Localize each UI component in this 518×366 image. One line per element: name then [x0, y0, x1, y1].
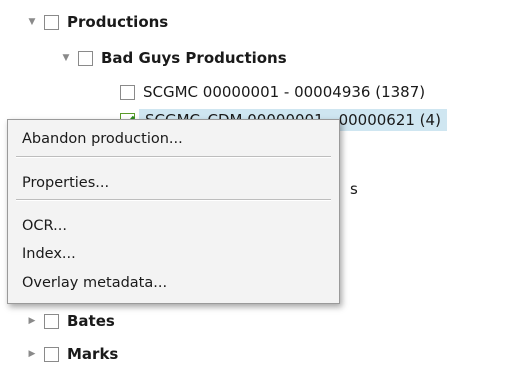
tree-node-label: Bad Guys Productions — [101, 49, 287, 67]
bad-guys-checkbox[interactable] — [78, 50, 93, 66]
expand-arrow-icon[interactable]: ▼ — [26, 16, 38, 28]
tree-node-label: Productions — [67, 13, 169, 31]
menu-separator — [16, 199, 331, 201]
expand-arrow-icon[interactable]: ▼ — [60, 52, 72, 64]
bates-checkbox[interactable] — [44, 313, 59, 329]
tree-node-bad-guys-productions[interactable]: ▼ Bad Guys Productions — [60, 46, 287, 70]
tree-node-label: Bates — [67, 312, 115, 330]
tree-node-label: Marks — [67, 345, 119, 363]
tree-node-productions[interactable]: ▼ Productions — [26, 10, 169, 34]
expand-arrow-icon[interactable]: ▶ — [26, 348, 38, 360]
tree-node-scgmc-range[interactable]: SCGMC 00000001 - 00004936 (1387) — [120, 80, 425, 104]
productions-checkbox[interactable] — [44, 14, 59, 30]
menu-item-ocr[interactable]: OCR... — [8, 213, 339, 238]
tree-node-marks[interactable]: ▶ Marks — [26, 342, 119, 366]
context-menu: Abandon production... Properties... OCR.… — [7, 119, 340, 304]
expand-arrow-icon[interactable]: ▶ — [26, 315, 38, 327]
tree-node-label: SCGMC 00000001 - 00004936 (1387) — [143, 83, 426, 101]
menu-item-properties[interactable]: Properties... — [8, 170, 339, 195]
menu-item-index[interactable]: Index... — [8, 241, 339, 266]
tree-node-partial-label: s — [350, 180, 358, 198]
marks-checkbox[interactable] — [44, 346, 59, 362]
menu-item-abandon-production[interactable]: Abandon production... — [8, 126, 339, 151]
menu-separator — [16, 156, 331, 158]
menu-item-overlay-metadata[interactable]: Overlay metadata... — [8, 270, 339, 295]
tree-node-bates[interactable]: ▶ Bates — [26, 309, 115, 333]
scgmc-checkbox[interactable] — [120, 84, 135, 100]
